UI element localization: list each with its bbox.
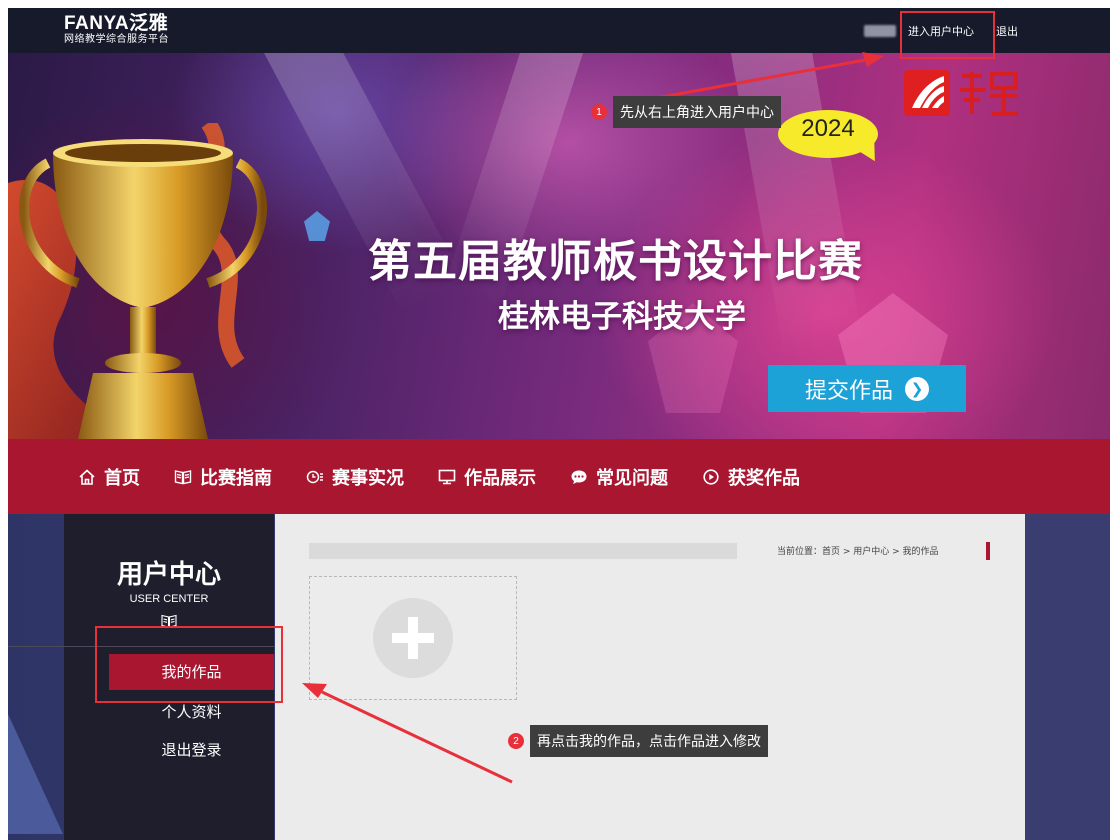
nav-item-label: 常见问题 [596,467,668,489]
red-marker [986,542,990,560]
nav-item-showcase[interactable]: 作品展示 [438,464,536,490]
plus-icon [373,598,453,678]
play-circle-icon [703,468,719,485]
page: FANYA泛雅 网络教学综合服务平台 进入用户中心 退出 2024 第五届教师板… [0,0,1110,840]
step-1-callout: 1 先从右上角进入用户中心 [591,96,781,128]
my-works-panel: 当前位置：首页 > 用户中心 > 我的作品 [275,514,1025,840]
submit-work-button[interactable]: 提交作品 ❯ [768,365,966,412]
monitor-icon [438,469,456,484]
step-2-number: 2 [508,733,524,749]
step-2-callout: 2 再点击我的作品，点击作品进入修改 [508,725,768,757]
hero-banner: 2024 第五届教师板书设计比赛 桂林电子科技大学 提交作品 ❯ [8,53,1110,439]
add-work-card[interactable] [309,576,517,700]
nav-item-awards[interactable]: 获奖作品 [702,464,800,490]
year-badge-text: 2024 [801,115,855,142]
arrow-right-icon: ❯ [905,376,929,401]
nav-item-label: 首页 [104,467,140,489]
decorative-shape [8,714,63,834]
breadcrumb: 当前位置：首页 > 用户中心 > 我的作品 [777,547,939,557]
user-center-subtitle: USER CENTER [129,593,209,605]
user-center-title: 用户中心 [116,560,221,590]
contest-title: 第五届教师板书设计比赛 [368,236,863,287]
university-name: 桂林电子科技大学 [498,299,746,335]
title-placeholder-bar [309,543,737,559]
chat-icon [571,470,587,484]
step-1-text: 先从右上角进入用户中心 [613,96,781,128]
decorative-gem [304,211,330,241]
home-icon [79,468,95,485]
blurred-username [864,25,896,37]
xuexitong-logo-icon [904,70,1018,116]
nav-item-label: 作品展示 [464,467,536,489]
nav-item-label: 比赛指南 [200,467,272,489]
logo-main-text: FANYA泛雅 [64,13,169,34]
nav-item-guide[interactable]: 比赛指南 [174,464,272,490]
exit-link[interactable]: 退出 [996,23,1018,39]
step-2-text: 再点击我的作品，点击作品进入修改 [530,725,768,757]
nav-item-home[interactable]: 首页 [78,464,140,490]
submit-work-label: 提交作品 [804,378,893,404]
nav-item-label: 获奖作品 [728,467,800,489]
main-nav: 首页 比赛指南 赛事实况 作品展示 常见问题 获奖作品 [8,439,1110,514]
nav-item-live[interactable]: 赛事实况 [306,464,404,490]
logo-sub-text: 网络教学综合服务平台 [64,34,169,45]
sidebar-item-logout[interactable]: 退出登录 [109,732,274,768]
live-icon [306,470,323,483]
book-icon [174,469,192,484]
trophy-icon [8,123,267,439]
nav-item-label: 赛事实况 [332,467,404,489]
nav-item-faq[interactable]: 常见问题 [570,464,668,490]
fanya-logo[interactable]: FANYA泛雅 网络教学综合服务平台 [64,14,169,46]
step-1-number: 1 [591,104,607,120]
highlight-my-works [95,626,283,703]
highlight-user-center [900,11,995,59]
